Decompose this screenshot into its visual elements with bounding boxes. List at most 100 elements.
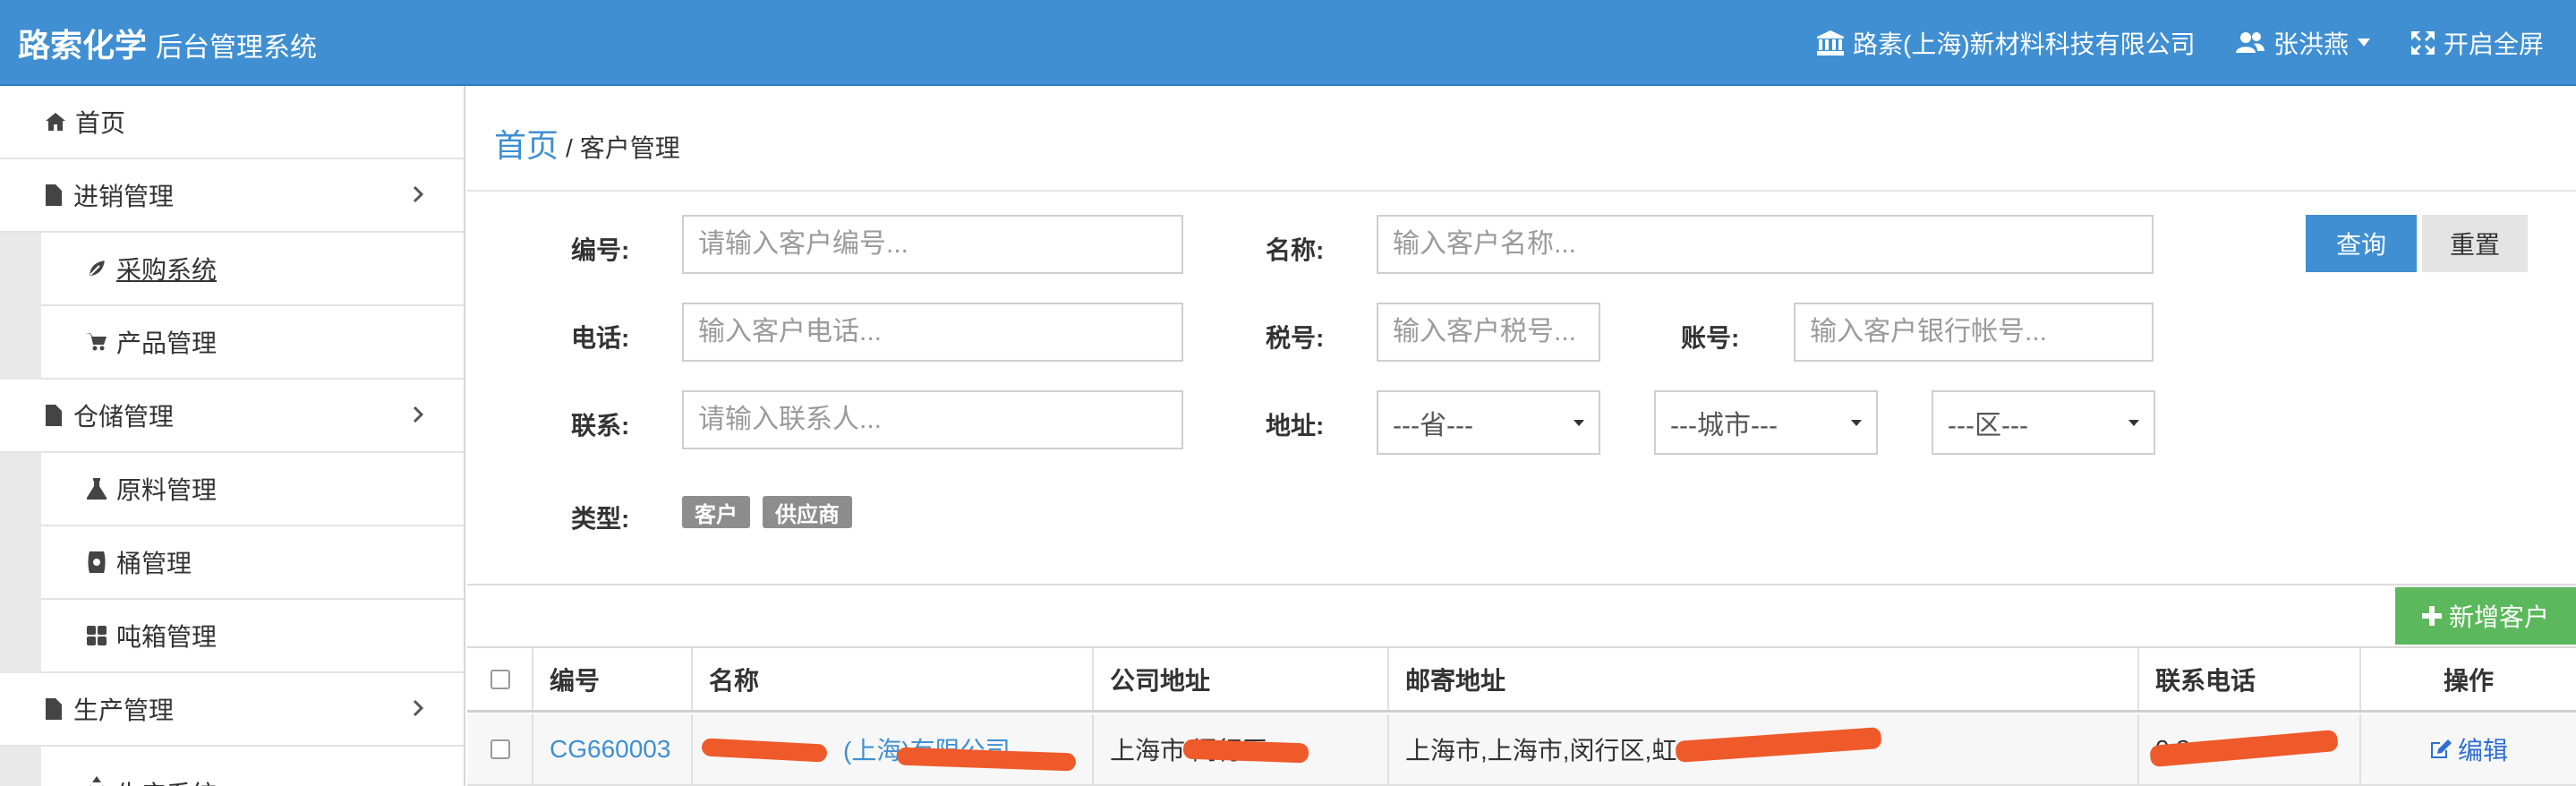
address-label: 地址: xyxy=(1266,412,1325,440)
sidebar-item-tonbox[interactable]: 吨箱管理 xyxy=(41,600,464,673)
sidebar-item-label: 生产管理 xyxy=(73,696,175,724)
header-name[interactable]: 名称 xyxy=(693,648,1094,710)
sidebar-item-label: 生产系统 xyxy=(116,775,217,786)
type-label: 类型: xyxy=(571,505,630,533)
row-checkbox[interactable] xyxy=(490,739,510,759)
select-all-cell xyxy=(467,648,533,710)
caret-down-icon xyxy=(1574,419,1584,426)
header-code[interactable]: 编号 xyxy=(533,648,693,710)
district-select[interactable]: ---区--- xyxy=(1932,390,2155,455)
customer-code-link[interactable]: CG660003 xyxy=(550,735,670,764)
caret-down-icon xyxy=(1851,419,1862,426)
sidebar-item-materials[interactable]: 原料管理 xyxy=(41,453,464,526)
sidebar-item-label: 仓储管理 xyxy=(73,403,175,431)
plus-icon xyxy=(2421,606,2442,626)
sidebar-gutter xyxy=(0,233,41,380)
edit-button[interactable]: 编辑 xyxy=(2429,731,2508,767)
sidebar-item-label: 吨箱管理 xyxy=(116,623,218,651)
code-label: 编号: xyxy=(571,236,630,264)
brand-name: 路索化学 xyxy=(18,27,148,64)
home-icon xyxy=(45,111,66,132)
brand-logo[interactable]: 路索化学 后台管理系统 xyxy=(18,20,317,66)
caret-down-icon xyxy=(2358,38,2371,47)
phone-label: 电话: xyxy=(571,324,630,352)
top-navbar: 路索化学 后台管理系统 路素(上海)新材料科技有限公司 张洪燕 开启全屏 xyxy=(0,0,2576,86)
leaf-icon xyxy=(86,258,107,279)
add-customer-label: 新增客户 xyxy=(2448,603,2549,631)
cart-icon xyxy=(86,331,107,353)
header-actions: 操作 xyxy=(2443,666,2494,695)
barrel-icon xyxy=(86,551,107,573)
sidebar-item-label: 原料管理 xyxy=(116,476,218,504)
grid-icon xyxy=(86,625,107,646)
header-phone[interactable]: 联系电话 xyxy=(2139,648,2361,710)
sidebar-item-label: 进销管理 xyxy=(73,183,175,210)
sidebar-item-home[interactable]: 首页 xyxy=(0,86,464,159)
breadcrumb-current: 客户管理 xyxy=(579,134,680,162)
district-value: ---区--- xyxy=(1948,411,2028,440)
query-button[interactable]: 查询 xyxy=(2306,215,2417,272)
table-row: CG660003 (上海)有限公司 上海市 闵行区 上海市,上海市,闵行区,虹 … xyxy=(467,714,2576,786)
tax-input[interactable] xyxy=(1377,303,1600,362)
code-input[interactable] xyxy=(682,215,1183,274)
header-company-address[interactable]: 公司地址 xyxy=(1094,648,1389,710)
sidebar-item-label: 桶管理 xyxy=(116,550,192,577)
sidebar-item-production-system[interactable]: 生产系统 xyxy=(41,747,464,786)
sidebar-gutter xyxy=(0,747,41,786)
account-label: 账号: xyxy=(1681,324,1740,352)
sidebar-item-warehouse[interactable]: 仓储管理 xyxy=(0,380,464,453)
divider xyxy=(467,190,2576,192)
sidebar-gutter xyxy=(0,453,41,673)
select-all-checkbox[interactable] xyxy=(490,669,510,689)
chevron-right-icon xyxy=(412,183,433,208)
sidebar-item-barrels[interactable]: 桶管理 xyxy=(41,526,464,600)
user-name: 张洪燕 xyxy=(2273,30,2350,58)
chevron-right-icon xyxy=(412,696,433,722)
edit-label: 编辑 xyxy=(2457,737,2508,765)
province-value: ---省--- xyxy=(1393,411,1473,440)
cell-actions: 编辑 xyxy=(2361,714,2576,784)
sidebar-item-purchase[interactable]: 采购系统 xyxy=(41,233,464,306)
sidebar: 首页 进销管理 采购系统 产品管理 仓储管理 原料管理 桶管理 吨箱管理 生产管… xyxy=(0,86,465,786)
sidebar-item-production[interactable]: 生产管理 xyxy=(0,673,464,747)
account-input[interactable] xyxy=(1794,303,2154,362)
city-select[interactable]: ---城市--- xyxy=(1654,390,1878,455)
file-icon xyxy=(43,184,64,206)
sidebar-item-label: 采购系统 xyxy=(116,256,218,284)
users-icon xyxy=(2236,32,2265,53)
caret-down-icon xyxy=(2128,419,2139,426)
add-customer-button[interactable]: 新增客户 xyxy=(2395,587,2576,645)
type-tag-customer[interactable]: 客户 xyxy=(682,496,750,528)
header-mail-address[interactable]: 邮寄地址 xyxy=(1389,648,2139,710)
chevron-right-icon xyxy=(412,403,433,428)
table-header: 编号 名称 公司地址 邮寄地址 联系电话 操作 xyxy=(467,646,2576,713)
divider xyxy=(467,584,2576,585)
bank-icon xyxy=(1817,30,1844,56)
edit-icon xyxy=(2430,739,2452,758)
type-tag-supplier[interactable]: 供应商 xyxy=(763,496,852,528)
brand-subtitle: 后台管理系统 xyxy=(156,33,318,63)
company-switcher[interactable]: 路素(上海)新材料科技有限公司 xyxy=(1817,25,2196,61)
city-value: ---城市--- xyxy=(1670,411,1778,440)
sidebar-item-sales[interactable]: 进销管理 xyxy=(0,159,464,233)
sidebar-item-products[interactable]: 产品管理 xyxy=(41,306,464,380)
expand-icon xyxy=(2411,31,2435,55)
file-icon xyxy=(43,405,64,426)
name-input[interactable] xyxy=(1377,215,2154,274)
phone-input[interactable] xyxy=(682,303,1183,362)
row-select-cell xyxy=(467,714,533,784)
province-select[interactable]: ---省--- xyxy=(1377,390,1600,455)
sidebar-item-label: 首页 xyxy=(75,109,126,137)
breadcrumb-separator: / xyxy=(566,134,573,162)
name-label: 名称: xyxy=(1266,236,1325,264)
contact-input[interactable] xyxy=(682,390,1183,449)
file-icon xyxy=(43,698,64,720)
user-menu[interactable]: 张洪燕 xyxy=(2236,25,2371,61)
recycle-icon xyxy=(86,775,107,786)
fullscreen-toggle[interactable]: 开启全屏 xyxy=(2411,25,2544,61)
company-name: 路素(上海)新材料科技有限公司 xyxy=(1853,30,2196,58)
breadcrumb-home-link[interactable]: 首页 xyxy=(494,120,559,167)
sidebar-item-label: 产品管理 xyxy=(116,329,218,357)
tax-label: 税号: xyxy=(1266,324,1325,352)
reset-button[interactable]: 重置 xyxy=(2422,215,2528,272)
